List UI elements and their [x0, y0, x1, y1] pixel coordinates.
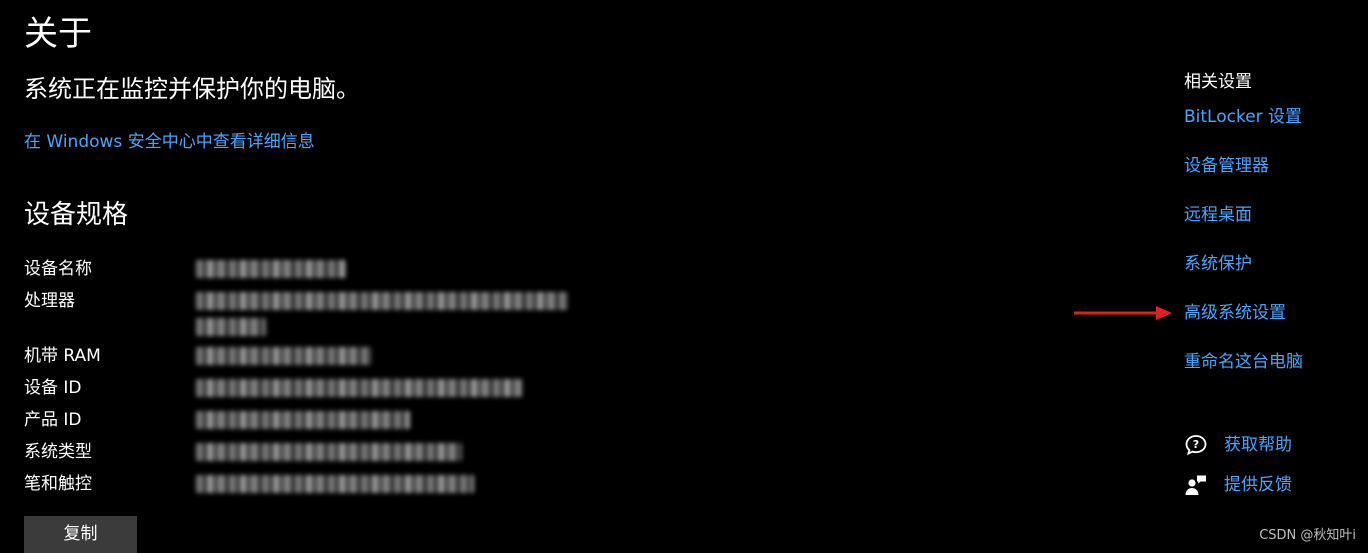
link-remote-desktop[interactable]: 远程桌面	[1184, 203, 1252, 227]
feedback-link[interactable]: 提供反馈	[1184, 472, 1292, 498]
redacted-value	[196, 347, 372, 365]
related-settings-heading: 相关设置	[1184, 72, 1252, 92]
spec-label-product-id: 产品 ID	[24, 410, 82, 430]
spec-label-system-type: 系统类型	[24, 442, 92, 462]
svg-text:?: ?	[1193, 438, 1199, 451]
get-help-label: 获取帮助	[1224, 435, 1292, 455]
redacted-value	[196, 475, 474, 493]
link-device-manager[interactable]: 设备管理器	[1184, 154, 1269, 178]
link-bitlocker-settings[interactable]: BitLocker 设置	[1184, 105, 1302, 129]
redacted-value	[196, 379, 522, 397]
get-help-link[interactable]: ? 获取帮助	[1184, 432, 1292, 458]
feedback-label: 提供反馈	[1224, 475, 1292, 495]
spec-label-ram: 机带 RAM	[24, 346, 101, 366]
redacted-value	[196, 411, 410, 429]
spec-label-device-name: 设备名称	[24, 259, 92, 279]
redacted-value	[196, 292, 568, 310]
spec-label-pen-touch: 笔和触控	[24, 474, 92, 494]
link-system-protection[interactable]: 系统保护	[1184, 252, 1252, 276]
link-rename-pc[interactable]: 重命名这台电脑	[1184, 350, 1303, 374]
spec-label-processor: 处理器	[24, 291, 75, 311]
spec-label-device-id: 设备 ID	[24, 378, 82, 398]
redacted-value	[196, 443, 462, 461]
redacted-value	[196, 260, 346, 278]
copy-button[interactable]: 复制	[24, 516, 137, 553]
watermark: CSDN @秋知叶i	[1259, 528, 1356, 543]
page-title: 关于	[24, 14, 92, 54]
protection-status: 系统正在监控并保护你的电脑。	[24, 75, 360, 103]
about-page: 关于 系统正在监控并保护你的电脑。 在 Windows 安全中心中查看详细信息 …	[0, 0, 1368, 553]
link-advanced-system-settings[interactable]: 高级系统设置	[1184, 301, 1286, 325]
chat-question-icon: ?	[1185, 435, 1207, 456]
redacted-value	[196, 318, 266, 336]
device-specs-heading: 设备规格	[24, 200, 129, 230]
red-arrow-icon	[1074, 306, 1172, 320]
person-feedback-icon	[1185, 475, 1206, 495]
windows-security-link[interactable]: 在 Windows 安全中心中查看详细信息	[24, 130, 315, 154]
